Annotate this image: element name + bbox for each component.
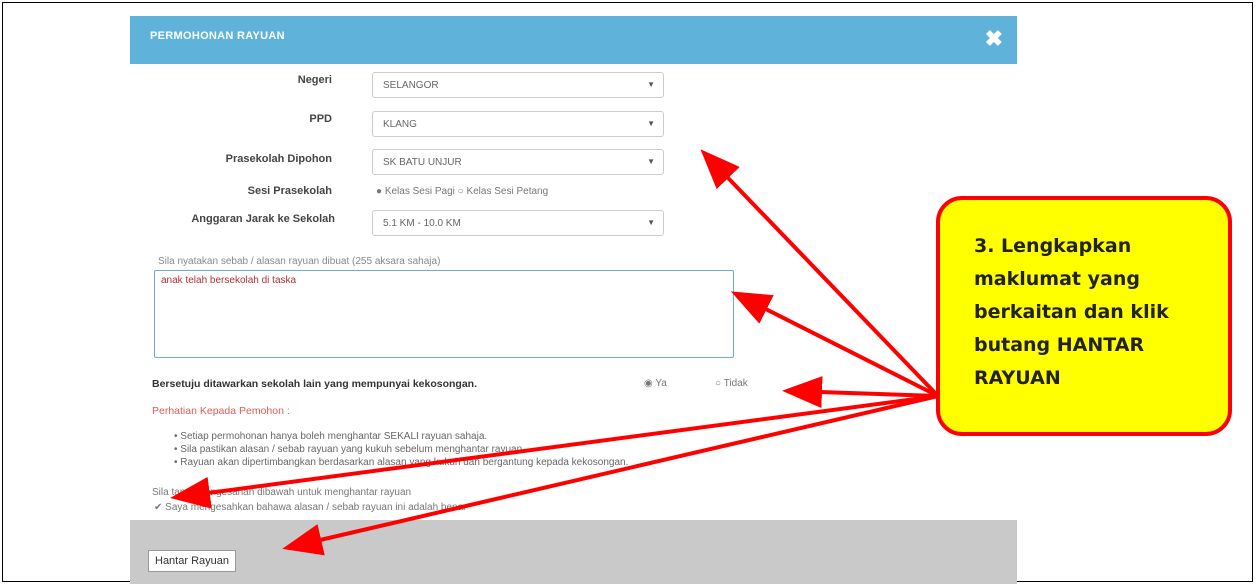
instruction-callout: 3. Lengkapkan maklumat yang berkaitan da…	[936, 196, 1232, 436]
arrow-to-submit	[282, 394, 939, 556]
callout-text: 3. Lengkapkan maklumat yang berkaitan da…	[974, 235, 1169, 389]
arrow-to-textarea	[730, 291, 939, 398]
arrow-to-prasekolah	[700, 149, 940, 398]
arrow-to-confirm	[170, 394, 939, 509]
arrow-to-agree	[782, 376, 939, 409]
